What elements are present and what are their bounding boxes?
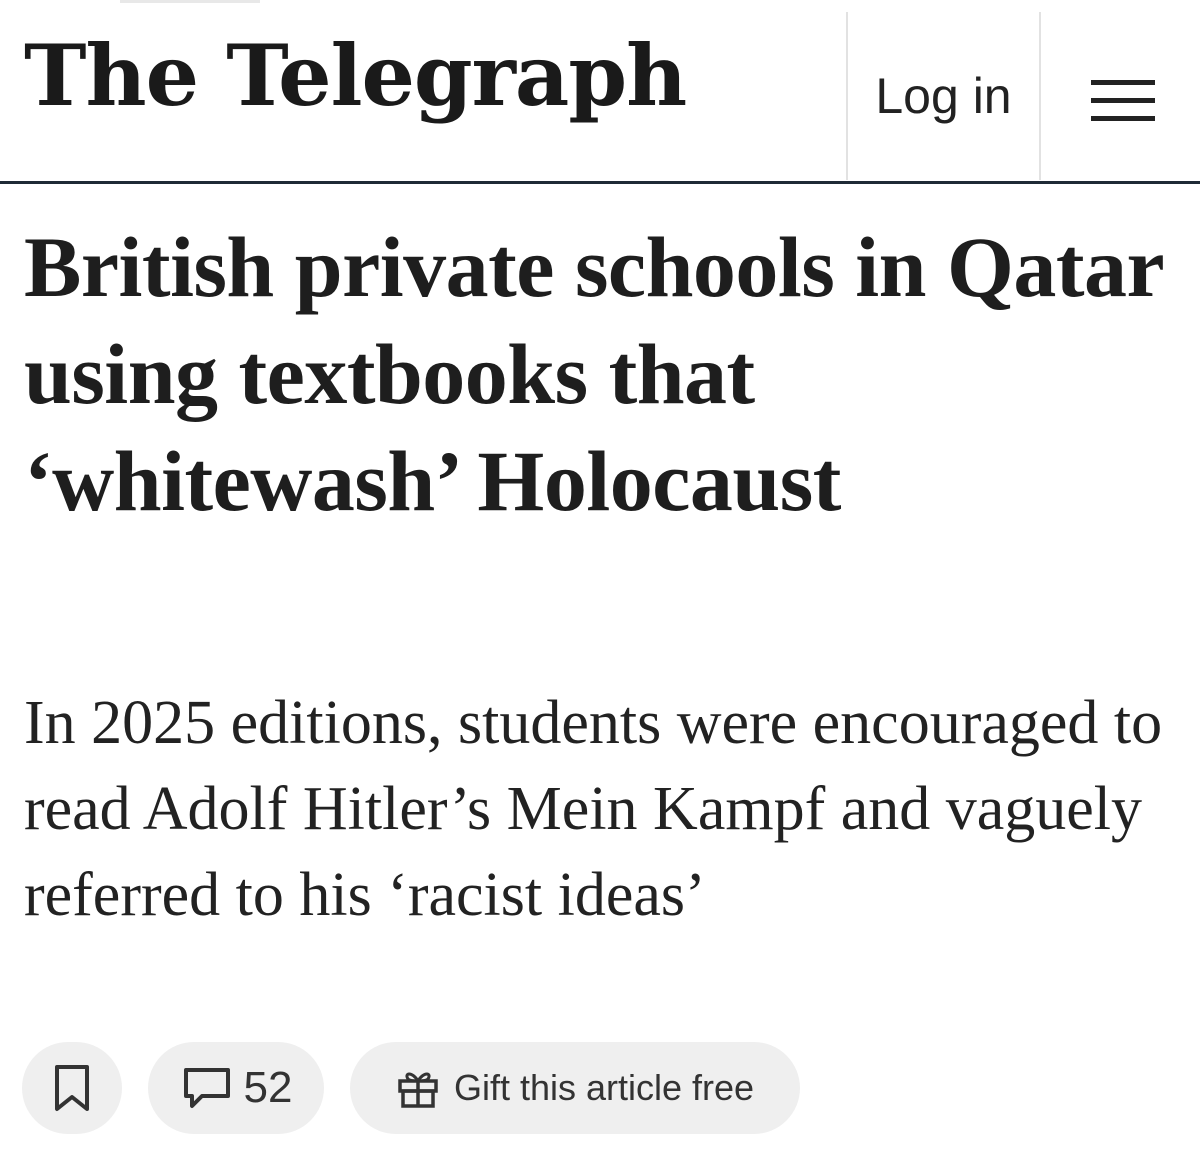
site-header: The Telegraph Log in	[0, 0, 1200, 184]
telegraph-logo[interactable]: The Telegraph	[24, 34, 687, 118]
login-button[interactable]: Log in	[848, 12, 1039, 180]
bookmark-button[interactable]	[22, 1042, 122, 1134]
gift-article-button[interactable]: Gift this article free	[350, 1042, 800, 1134]
bookmark-icon	[52, 1063, 92, 1113]
hamburger-menu-icon	[1091, 98, 1155, 103]
gift-icon	[396, 1067, 440, 1109]
hamburger-menu-icon	[1091, 80, 1155, 85]
comments-count: 52	[243, 1063, 293, 1112]
comment-icon	[180, 1064, 234, 1112]
article-headline: British private schools in Qatar using t…	[24, 219, 1163, 529]
article-actions: 52 Gift this article free	[22, 1042, 800, 1134]
header-top-accent	[120, 0, 260, 3]
article-standfirst: In 2025 editions, students were encourag…	[24, 689, 1163, 929]
menu-button[interactable]	[1041, 12, 1200, 180]
comments-button[interactable]: 52	[148, 1042, 324, 1134]
hamburger-menu-icon	[1091, 116, 1155, 121]
gift-article-label: Gift this article free	[453, 1067, 755, 1108]
